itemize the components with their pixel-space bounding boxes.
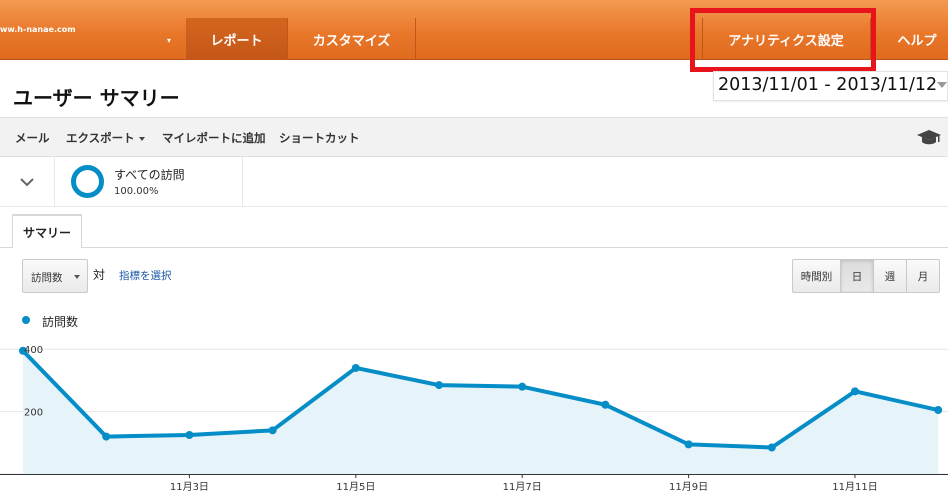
- x-tick-label: 11月3日: [170, 481, 209, 493]
- tab-summary[interactable]: サマリー: [12, 214, 82, 248]
- account-selector-label[interactable]: ww.h-nanae.com: [0, 25, 76, 34]
- legend-marker: [22, 316, 30, 324]
- select-metric-link[interactable]: 指標を選択: [119, 268, 172, 283]
- segment-bar: すべての訪問 100.00%: [0, 157, 948, 207]
- legend-label: 訪問数: [42, 315, 79, 329]
- y-tick-label: 400: [24, 345, 43, 356]
- data-point: [185, 431, 194, 440]
- nav-help-tab[interactable]: ヘルプ: [886, 18, 948, 60]
- chevron-down-icon: [20, 178, 34, 187]
- series-area: [23, 350, 939, 474]
- data-point: [102, 432, 111, 441]
- data-point: [934, 406, 943, 415]
- granularity-month-button[interactable]: 月: [906, 259, 940, 293]
- chevron-down-icon: [937, 82, 947, 88]
- export-button[interactable]: エクスポート: [66, 130, 145, 146]
- report-toolbar: メール エクスポート マイレポートに追加 ショートカット: [0, 117, 948, 157]
- metric-label: 訪問数: [31, 272, 63, 284]
- x-tick-label: 11月5日: [336, 481, 375, 493]
- date-range-selector[interactable]: 2013/11/01 - 2013/11/12: [713, 71, 948, 101]
- versus-label: 対: [93, 268, 106, 282]
- granularity-day-button[interactable]: 日: [840, 259, 874, 293]
- mail-button[interactable]: メール: [15, 130, 50, 146]
- x-tick-label: 11月7日: [503, 481, 542, 493]
- data-point: [851, 387, 859, 396]
- chevron-down-icon: [138, 136, 145, 141]
- account-dropdown-icon[interactable]: ▾: [167, 36, 171, 45]
- page-title: ユーザー サマリー: [13, 86, 180, 110]
- x-tick-label: 11月9日: [669, 481, 708, 493]
- granularity-hourly-button[interactable]: 時間別: [792, 259, 841, 293]
- x-tick-label: 11月11日: [832, 481, 877, 493]
- graduation-cap-icon[interactable]: [916, 127, 942, 147]
- date-range-label: 2013/11/01 - 2013/11/12: [718, 75, 938, 95]
- y-tick-label: 200: [24, 408, 43, 419]
- segment-all-visits[interactable]: すべての訪問 100.00%: [55, 157, 243, 207]
- nav-divider: [415, 18, 416, 60]
- data-point: [601, 400, 610, 409]
- data-point: [518, 382, 527, 391]
- data-point: [351, 363, 360, 372]
- tab-divider: [0, 247, 948, 248]
- segment-percent: 100.00%: [114, 186, 159, 197]
- data-point: [435, 381, 443, 390]
- data-point: [684, 440, 693, 449]
- export-label: エクスポート: [66, 131, 135, 145]
- segment-name: すべての訪問: [114, 168, 185, 182]
- shortcut-button[interactable]: ショートカット: [279, 130, 360, 146]
- nav-customize-tab[interactable]: カスタマイズ: [288, 18, 415, 60]
- metric-dropdown[interactable]: 訪問数: [22, 259, 88, 293]
- highlight-annotation-box: [690, 8, 876, 72]
- add-to-my-report-button[interactable]: マイレポートに追加: [162, 130, 266, 146]
- visits-line-chart[interactable]: 400 200 11月3日 11月5日 11月7日 11月9日 11月11日: [0, 330, 948, 495]
- data-point: [268, 426, 277, 435]
- nav-report-tab[interactable]: レポート: [186, 18, 287, 60]
- chevron-down-icon: [74, 275, 80, 279]
- granularity-week-button[interactable]: 週: [873, 259, 907, 293]
- data-point: [767, 443, 776, 452]
- segment-donut-icon: [71, 165, 104, 198]
- segment-expand-button[interactable]: [0, 157, 55, 207]
